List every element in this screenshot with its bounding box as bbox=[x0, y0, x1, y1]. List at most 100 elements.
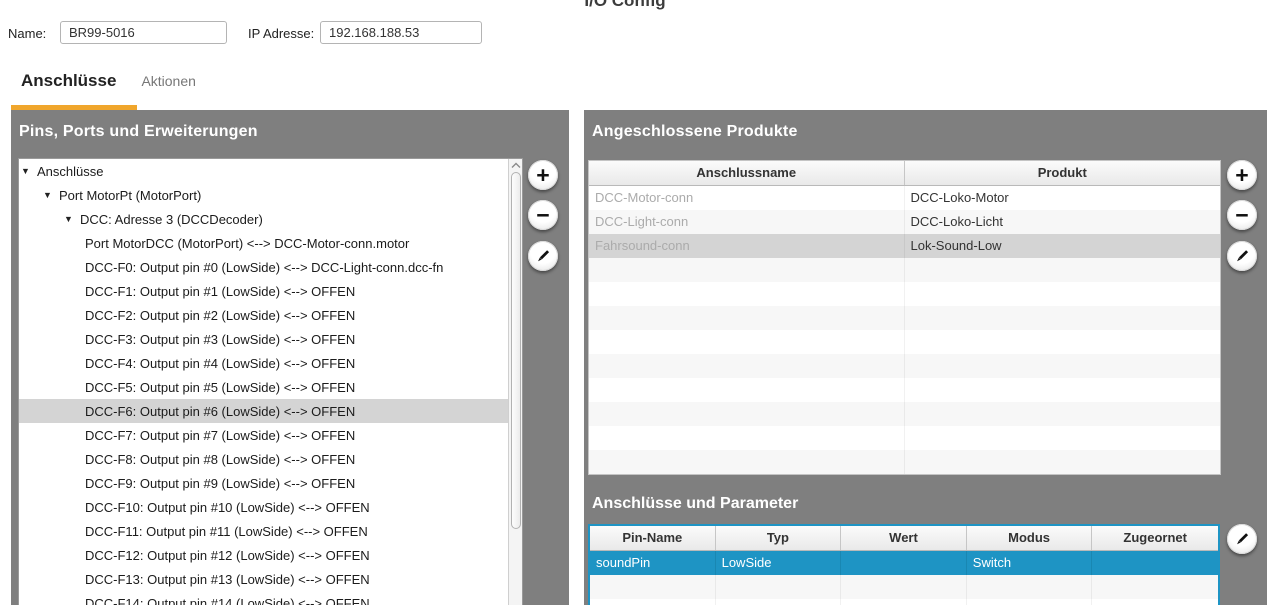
tree-item-label: DCC-F13: Output pin #13 (LowSide) <--> O… bbox=[85, 572, 370, 587]
add-button[interactable]: + bbox=[1227, 160, 1257, 190]
tree-item[interactable]: DCC-F12: Output pin #12 (LowSide) <--> O… bbox=[19, 543, 508, 567]
table-row-empty[interactable] bbox=[589, 402, 1220, 426]
column-header: Anschlussname bbox=[589, 161, 905, 185]
tree-item[interactable]: DCC-F8: Output pin #8 (LowSide) <--> OFF… bbox=[19, 447, 508, 471]
pencil-icon bbox=[1234, 531, 1250, 547]
name-input[interactable] bbox=[60, 21, 227, 44]
table-row[interactable]: DCC-Motor-connDCC-Loko-Motor bbox=[589, 186, 1220, 210]
tree-item[interactable]: DCC-F6: Output pin #6 (LowSide) <--> OFF… bbox=[19, 399, 508, 423]
expand-arrow-icon[interactable]: ▼ bbox=[43, 190, 59, 200]
tree-item[interactable]: DCC-F7: Output pin #7 (LowSide) <--> OFF… bbox=[19, 423, 508, 447]
tree-item[interactable]: DCC-F5: Output pin #5 (LowSide) <--> OFF… bbox=[19, 375, 508, 399]
tree-item-label: Port MotorPt (MotorPort) bbox=[59, 188, 201, 203]
tab-aktionen[interactable]: Aktionen bbox=[141, 73, 195, 89]
cell-produkt bbox=[905, 402, 1221, 426]
table-row[interactable]: DCC-Light-connDCC-Loko-Licht bbox=[589, 210, 1220, 234]
cell-produkt: Lok-Sound-Low bbox=[905, 234, 1221, 258]
cell bbox=[590, 599, 716, 605]
tree-item[interactable]: ▼Anschlüsse bbox=[19, 159, 508, 183]
cell bbox=[967, 575, 1093, 599]
table-row-empty[interactable] bbox=[589, 258, 1220, 282]
cell-produkt bbox=[905, 426, 1221, 450]
cell bbox=[716, 575, 842, 599]
pins-ports-panel-title: Pins, Ports und Erweiterungen bbox=[11, 110, 569, 141]
tree-item-label: DCC-F4: Output pin #4 (LowSide) <--> OFF… bbox=[85, 356, 355, 371]
cell bbox=[967, 599, 1093, 605]
cell-anschlussname bbox=[589, 402, 905, 426]
ip-address-label: IP Adresse: bbox=[248, 26, 314, 41]
ip-address-input[interactable] bbox=[320, 21, 482, 44]
remove-button[interactable]: − bbox=[528, 200, 558, 230]
tree-item-label: DCC-F3: Output pin #3 (LowSide) <--> OFF… bbox=[85, 332, 355, 347]
table-row-empty[interactable] bbox=[589, 378, 1220, 402]
cell-anschlussname bbox=[589, 258, 905, 282]
cell bbox=[1092, 599, 1218, 605]
tree-item[interactable]: DCC-F9: Output pin #9 (LowSide) <--> OFF… bbox=[19, 471, 508, 495]
products-panel: Angeschlossene Produkte AnschlussnamePro… bbox=[584, 110, 1267, 605]
tree-item[interactable]: DCC-F13: Output pin #13 (LowSide) <--> O… bbox=[19, 567, 508, 591]
tree-item-label: DCC-F2: Output pin #2 (LowSide) <--> OFF… bbox=[85, 308, 355, 323]
table-row-empty[interactable] bbox=[589, 306, 1220, 330]
table-row-empty[interactable] bbox=[589, 426, 1220, 450]
table-row-empty[interactable] bbox=[590, 599, 1218, 605]
cell-anschlussname: Fahrsound-conn bbox=[589, 234, 905, 258]
tree-item[interactable]: Port MotorDCC (MotorPort) <--> DCC-Motor… bbox=[19, 231, 508, 255]
tree-item[interactable]: DCC-F3: Output pin #3 (LowSide) <--> OFF… bbox=[19, 327, 508, 351]
table-row-empty[interactable] bbox=[589, 282, 1220, 306]
pins-ports-panel: Pins, Ports und Erweiterungen ▼Anschlüss… bbox=[11, 110, 569, 605]
expand-arrow-icon[interactable]: ▼ bbox=[21, 166, 37, 176]
tree-button-column: + − bbox=[528, 160, 558, 281]
cell-produkt bbox=[905, 354, 1221, 378]
expand-arrow-icon[interactable]: ▼ bbox=[64, 214, 80, 224]
tree-item[interactable]: DCC-F2: Output pin #2 (LowSide) <--> OFF… bbox=[19, 303, 508, 327]
products-table: AnschlussnameProdukt DCC-Motor-connDCC-L… bbox=[588, 160, 1221, 475]
table-row[interactable]: soundPinLowSideSwitch bbox=[590, 551, 1218, 575]
tree-item[interactable]: DCC-F4: Output pin #4 (LowSide) <--> OFF… bbox=[19, 351, 508, 375]
tree-item-label: DCC-F7: Output pin #7 (LowSide) <--> OFF… bbox=[85, 428, 355, 443]
tree-item[interactable]: DCC-F0: Output pin #0 (LowSide) <--> DCC… bbox=[19, 255, 508, 279]
page-title: I/O Config bbox=[565, 0, 685, 11]
tree-item[interactable]: DCC-F11: Output pin #11 (LowSide) <--> O… bbox=[19, 519, 508, 543]
edit-parameter-button[interactable] bbox=[1227, 524, 1257, 554]
tree-item-label: DCC-F0: Output pin #0 (LowSide) <--> DCC… bbox=[85, 260, 443, 275]
table-row-empty[interactable] bbox=[590, 575, 1218, 599]
tree-item[interactable]: DCC-F1: Output pin #1 (LowSide) <--> OFF… bbox=[19, 279, 508, 303]
tree-item-label: DCC-F10: Output pin #10 (LowSide) <--> O… bbox=[85, 500, 370, 515]
table-row[interactable]: Fahrsound-connLok-Sound-Low bbox=[589, 234, 1220, 258]
tab-anschluesse[interactable]: Anschlüsse bbox=[21, 71, 116, 91]
remove-button[interactable]: − bbox=[1227, 200, 1257, 230]
pencil-icon bbox=[535, 248, 551, 264]
cell-produkt: DCC-Loko-Licht bbox=[905, 210, 1221, 234]
scroll-up-icon[interactable] bbox=[511, 162, 521, 169]
cell-produkt bbox=[905, 330, 1221, 354]
parameters-table: Pin-NameTypWertModusZugeornet soundPinLo… bbox=[588, 524, 1220, 605]
cell-produkt bbox=[905, 450, 1221, 474]
tree-item[interactable]: DCC-F14: Output pin #14 (LowSide) <--> O… bbox=[19, 591, 508, 605]
pencil-icon bbox=[1234, 248, 1250, 264]
column-header: Zugeornet bbox=[1092, 526, 1218, 550]
table-row-empty[interactable] bbox=[589, 330, 1220, 354]
cell-produkt bbox=[905, 378, 1221, 402]
cell bbox=[841, 551, 967, 575]
edit-button[interactable] bbox=[528, 241, 558, 271]
tree-item-label: DCC: Adresse 3 (DCCDecoder) bbox=[80, 212, 263, 227]
connections-tree: ▼Anschlüsse▼Port MotorPt (MotorPort)▼DCC… bbox=[18, 158, 523, 605]
tree-item-label: DCC-F1: Output pin #1 (LowSide) <--> OFF… bbox=[85, 284, 355, 299]
tree-item-label: Anschlüsse bbox=[37, 164, 103, 179]
tree-item[interactable]: ▼DCC: Adresse 3 (DCCDecoder) bbox=[19, 207, 508, 231]
cell: Switch bbox=[967, 551, 1093, 575]
column-header: Produkt bbox=[905, 161, 1221, 185]
table-row-empty[interactable] bbox=[589, 354, 1220, 378]
tree-item[interactable]: DCC-F10: Output pin #10 (LowSide) <--> O… bbox=[19, 495, 508, 519]
cell-produkt: DCC-Loko-Motor bbox=[905, 186, 1221, 210]
tree-item-label: DCC-F11: Output pin #11 (LowSide) <--> O… bbox=[85, 524, 368, 539]
column-header: Modus bbox=[967, 526, 1093, 550]
table-row-empty[interactable] bbox=[589, 450, 1220, 474]
add-button[interactable]: + bbox=[528, 160, 558, 190]
products-panel-title: Angeschlossene Produkte bbox=[584, 110, 1267, 141]
name-label: Name: bbox=[8, 26, 46, 41]
edit-button[interactable] bbox=[1227, 241, 1257, 271]
scrollbar[interactable] bbox=[508, 159, 522, 605]
tree-item[interactable]: ▼Port MotorPt (MotorPort) bbox=[19, 183, 508, 207]
scrollbar-thumb[interactable] bbox=[511, 172, 521, 529]
